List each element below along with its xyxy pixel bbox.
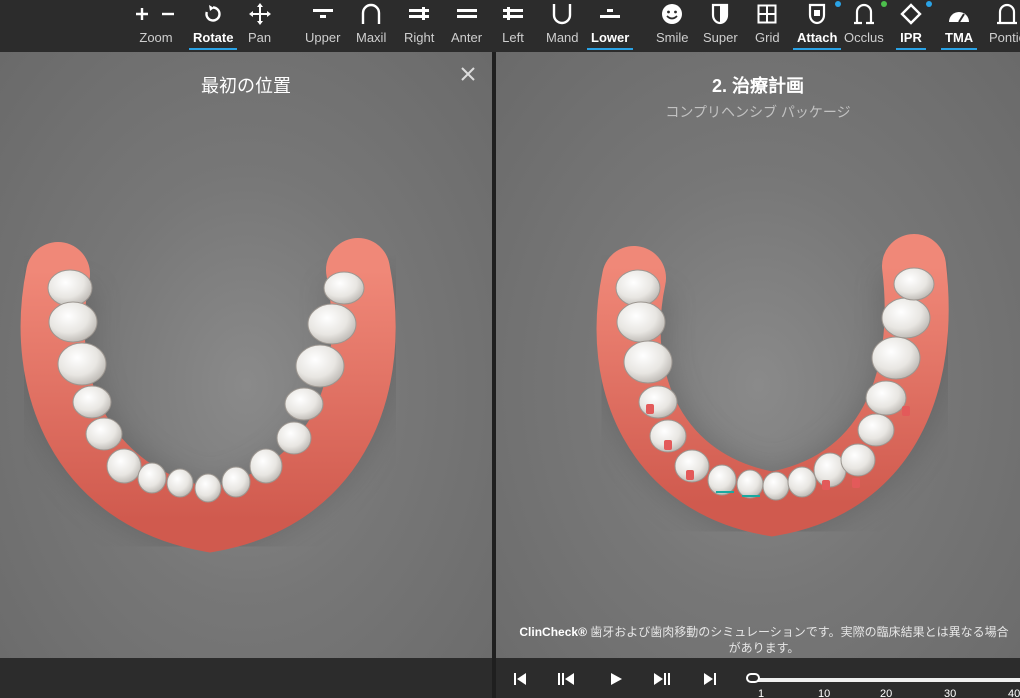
rotate-icon — [203, 2, 223, 26]
rotate-tool[interactable]: Rotate — [189, 2, 238, 50]
mandibular-arch-icon — [551, 2, 573, 26]
pontic-tooth-icon — [996, 2, 1018, 26]
active-underline — [896, 48, 926, 50]
left-bottom-bar — [0, 658, 492, 698]
upper-view-label: Upper — [305, 30, 341, 45]
anterior-view-tool[interactable]: Anter — [451, 2, 482, 50]
timeline-handle[interactable] — [746, 673, 760, 683]
treatment-plan-viewport[interactable]: 2. 治療計画 コンプリヘンシブ パッケージ ClinCheck® 歯牙および歯… — [496, 52, 1020, 658]
initial-position-viewport[interactable]: 最初の位置 — [0, 52, 492, 658]
attachments-tool[interactable]: Attach — [793, 1, 842, 50]
superimpose-tool[interactable]: Super — [703, 2, 738, 50]
attach-indicator-dot — [835, 1, 842, 7]
upper-view-tool[interactable]: Upper — [305, 2, 340, 50]
tma-gauge-icon — [947, 2, 971, 26]
ipr-indicator-dot — [926, 1, 932, 7]
previous-stage-icon[interactable] — [556, 670, 576, 688]
zoom-label: Zoom — [139, 30, 173, 45]
last-stage-icon[interactable] — [700, 670, 720, 688]
right-view-label: Right — [404, 30, 435, 45]
ipr-label: IPR — [900, 30, 922, 45]
pan-icon — [248, 2, 271, 26]
superimpose-label: Super — [703, 30, 738, 45]
tick-label: 10 — [818, 688, 831, 698]
maxillary-view-label: Maxil — [356, 30, 387, 45]
zoom-in-out-icon[interactable] — [134, 2, 178, 26]
clincheck-disclaimer: ClinCheck® 歯牙および歯肉移動のシミュレーションです。実際の臨床結果と… — [496, 624, 1020, 656]
rotate-label: Rotate — [193, 30, 234, 45]
grid-tool[interactable]: Grid — [755, 2, 780, 50]
attachment-tooth-icon — [807, 1, 842, 26]
attachments-label: Attach — [797, 30, 838, 45]
active-underline — [941, 48, 978, 50]
mandibular-view-label: Mand — [546, 30, 579, 45]
upper-view-icon — [312, 2, 334, 26]
anterior-view-label: Anter — [451, 30, 483, 45]
right-view-icon — [408, 2, 430, 26]
first-stage-icon[interactable] — [510, 670, 530, 688]
ipr-tool[interactable]: IPR — [896, 1, 932, 50]
maxillary-view-tool[interactable]: Maxil — [356, 2, 386, 50]
left-view-tool[interactable]: Left — [502, 2, 524, 50]
occlusion-label: Occlus — [844, 30, 884, 45]
tick-label: 30 — [944, 688, 957, 698]
mandibular-view-tool[interactable]: Mand — [546, 2, 579, 50]
lower-view-icon — [599, 2, 621, 26]
occlusion-tooth-icon — [853, 1, 887, 26]
smile-face-icon — [661, 2, 683, 26]
lower-arch-3d-model-treatment[interactable] — [496, 52, 1020, 658]
timeline-track[interactable] — [754, 678, 1020, 682]
play-icon[interactable] — [606, 670, 626, 688]
zoom-tool[interactable]: Zoom — [134, 2, 178, 50]
pontic-tool[interactable]: Pontic — [989, 2, 1020, 50]
tick-label: 20 — [880, 688, 893, 698]
active-underline — [587, 48, 634, 50]
pan-label: Pan — [248, 30, 272, 45]
smile-label: Smile — [656, 30, 689, 45]
left-view-icon — [502, 2, 524, 26]
occlusion-tool[interactable]: Occlus — [844, 1, 887, 50]
tma-label: TMA — [945, 30, 974, 45]
left-view-label: Left — [502, 30, 524, 45]
grid-label: Grid — [755, 30, 780, 45]
grid-icon — [757, 2, 777, 26]
smile-tool[interactable]: Smile — [656, 2, 689, 50]
anterior-view-icon — [456, 2, 478, 26]
toolbar: Zoom Rotate Pan Upper Maxil Right Anter … — [0, 0, 1020, 52]
active-underline — [793, 48, 842, 50]
active-underline — [189, 48, 238, 50]
stage-timeline[interactable]: 1 10 20 30 40 — [746, 673, 1020, 698]
right-view-tool[interactable]: Right — [404, 2, 434, 50]
maxillary-arch-icon — [360, 2, 382, 26]
disclaimer-text: 歯牙および歯肉移動のシミュレーションです。実際の臨床結果とは異なる場合があります… — [586, 625, 1009, 655]
playback-bar: 1 10 20 30 40 — [496, 658, 1020, 698]
lower-view-label: Lower — [591, 30, 630, 45]
tick-label: 40 — [1008, 688, 1020, 698]
tick-label: 1 — [758, 688, 765, 698]
occlus-indicator-dot — [880, 1, 887, 7]
ipr-diamond-icon — [900, 1, 932, 26]
superimpose-tooth-icon — [710, 2, 730, 26]
next-stage-icon[interactable] — [652, 670, 672, 688]
lower-arch-3d-model[interactable] — [0, 52, 492, 658]
pan-tool[interactable]: Pan — [248, 2, 271, 50]
pontic-label: Pontic — [989, 30, 1020, 45]
lower-view-tool[interactable]: Lower — [587, 2, 634, 50]
clincheck-brand: ClinCheck® — [519, 625, 587, 639]
tma-tool[interactable]: TMA — [941, 2, 978, 50]
